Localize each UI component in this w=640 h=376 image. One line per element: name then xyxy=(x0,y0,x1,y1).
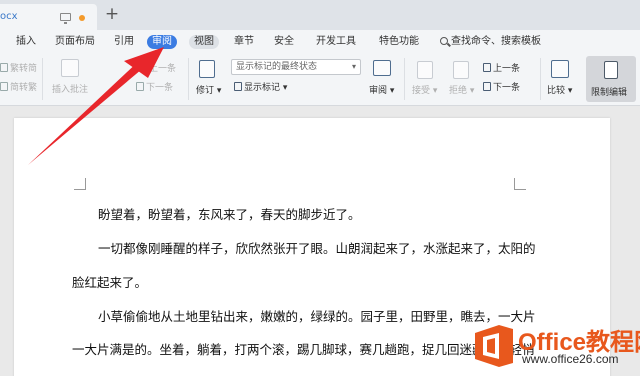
arrow-shaft xyxy=(28,58,148,165)
watermark-url: www.office26.com xyxy=(522,352,619,366)
office-logo-icon xyxy=(475,325,513,367)
site-watermark: Office教程网 www.office26.com xyxy=(470,318,640,374)
